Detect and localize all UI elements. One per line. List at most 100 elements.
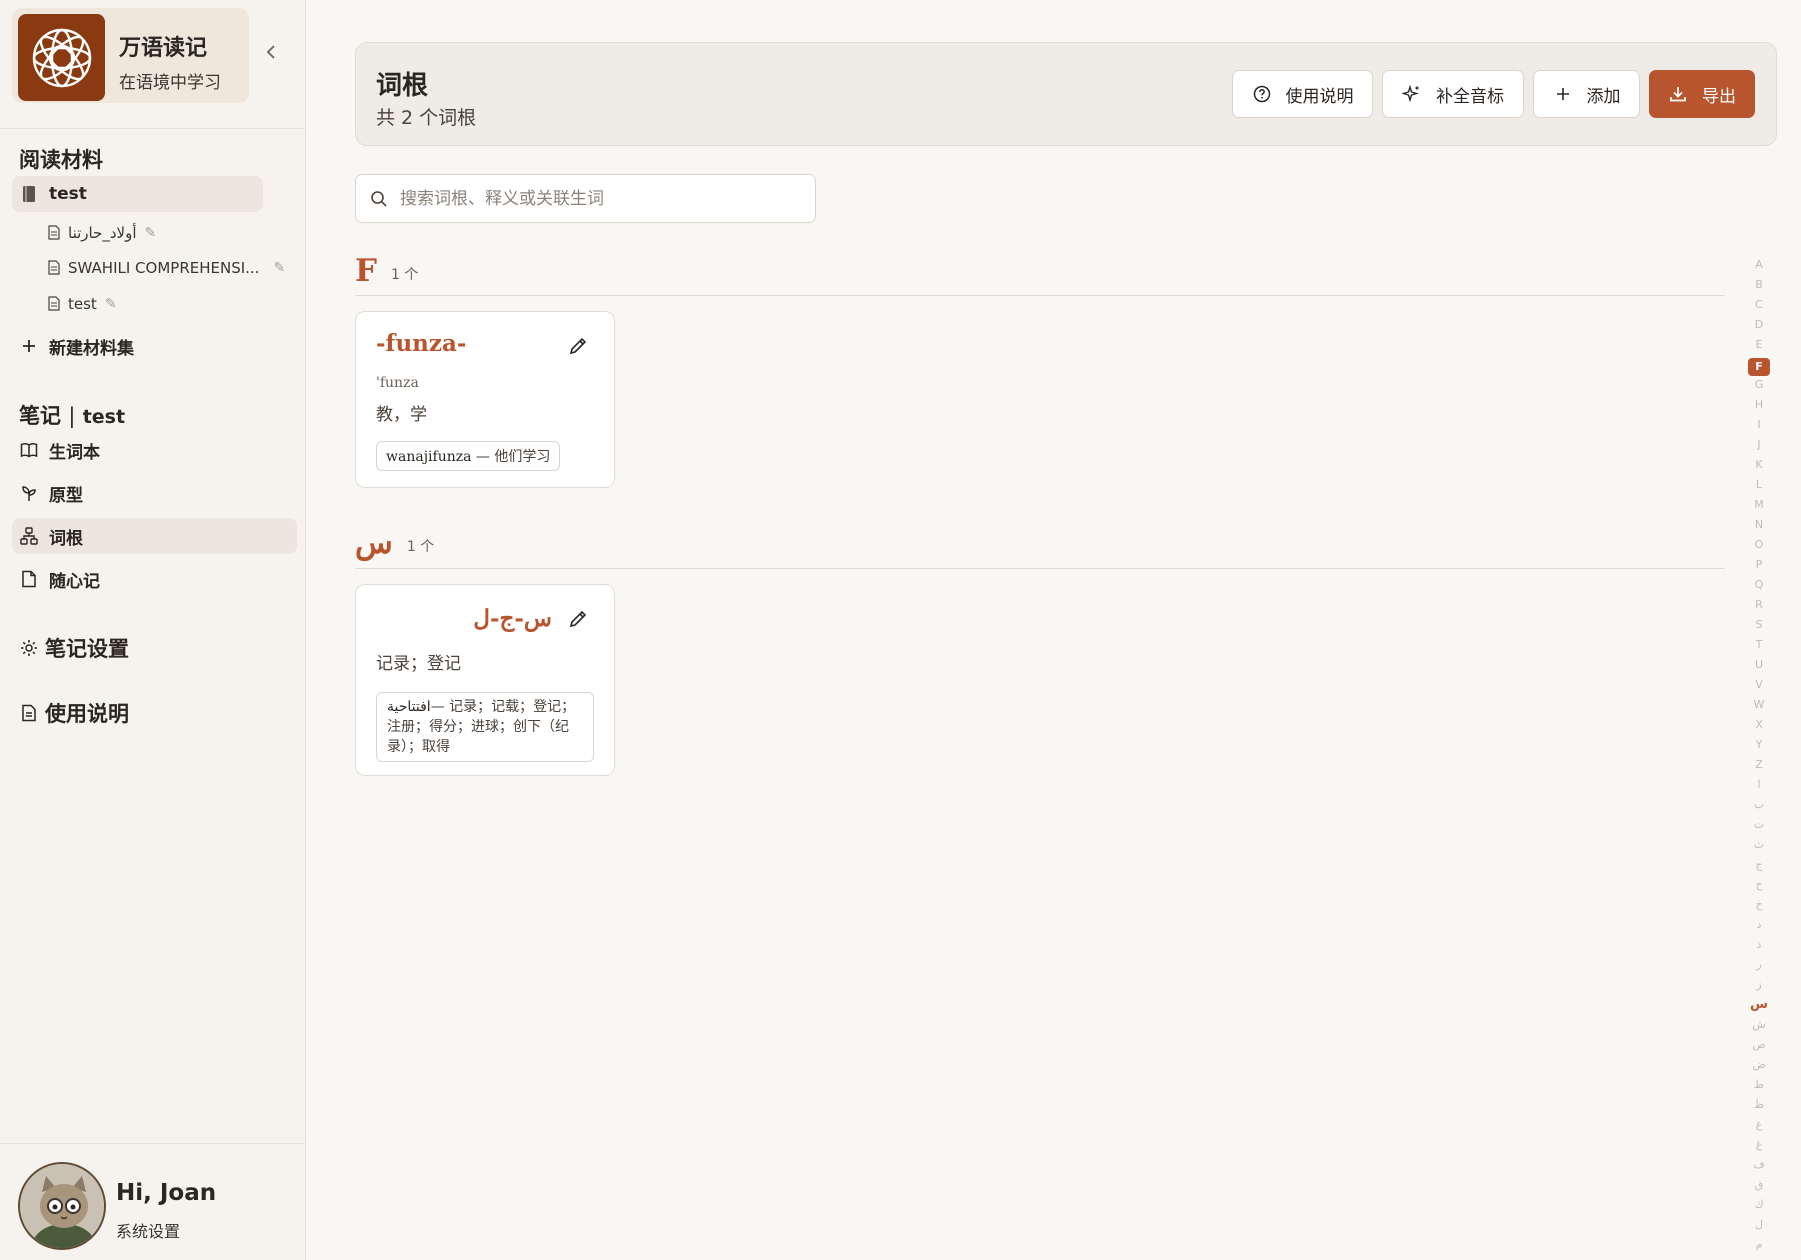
alphabet-letter[interactable]: ب xyxy=(1744,798,1774,812)
alphabet-letter[interactable]: ذ xyxy=(1744,938,1774,952)
brand-title: 万语读记 xyxy=(119,36,208,61)
group-header-seen: س 1 个 xyxy=(355,526,434,560)
sidebar-item-label: 词根 xyxy=(49,528,83,549)
alphabet-index: ABCDEFGHIJKLMNOPQRSTUVWXYZابتثجحخدذرزسشص… xyxy=(1744,258,1774,1260)
alphabet-letter[interactable]: S xyxy=(1744,618,1774,632)
root-card-funza[interactable]: -funza- 'funza 教，学 wanajifunza — 他们学习 xyxy=(355,311,615,488)
alphabet-letter[interactable]: ل xyxy=(1744,1218,1774,1232)
avatar[interactable] xyxy=(18,1162,106,1250)
alphabet-letter[interactable]: ق xyxy=(1744,1178,1774,1192)
alphabet-letter[interactable]: ج xyxy=(1744,858,1774,872)
plus-icon xyxy=(1553,84,1573,104)
material-item-3[interactable]: test ✎ xyxy=(48,291,117,317)
alphabet-letter[interactable]: I xyxy=(1744,418,1774,432)
alphabet-letter[interactable]: K xyxy=(1744,458,1774,472)
pencil-icon[interactable]: ✎ xyxy=(273,260,285,276)
pencil-icon[interactable]: ✎ xyxy=(145,225,157,241)
material-label: test xyxy=(68,295,97,313)
alphabet-letter[interactable]: F xyxy=(1748,358,1770,376)
pencil-icon[interactable]: ✎ xyxy=(105,296,117,312)
sidebar-item-vocabulary[interactable]: 生词本 xyxy=(12,432,297,468)
alphabet-letter[interactable]: V xyxy=(1744,678,1774,692)
file-icon xyxy=(48,225,62,241)
file-icon xyxy=(48,296,62,312)
help-button[interactable]: 使用说明 xyxy=(1232,70,1373,118)
alphabet-letter[interactable]: O xyxy=(1744,538,1774,552)
root-card-s-j-l[interactable]: س-ج-ل 记录；登记 افتتاحية— 记录；记载；登记；注册；得分；进球；… xyxy=(355,584,615,776)
alphabet-letter[interactable]: H xyxy=(1744,398,1774,412)
alphabet-letter[interactable]: ص xyxy=(1744,1038,1774,1052)
alphabet-letter[interactable]: Q xyxy=(1744,578,1774,592)
user-panel[interactable]: Hi, Joan 系统设置 xyxy=(0,1143,306,1260)
fill-ipa-button[interactable]: 补全音标 xyxy=(1382,70,1524,118)
collection-item-test[interactable]: test xyxy=(12,176,263,212)
alphabet-letter[interactable]: A xyxy=(1744,258,1774,272)
alphabet-letter[interactable]: C xyxy=(1744,298,1774,312)
help-link[interactable]: 使用说明 xyxy=(19,698,129,728)
alphabet-letter[interactable]: M xyxy=(1744,498,1774,512)
material-item-1[interactable]: أولاد_حارتنا ✎ xyxy=(48,220,156,246)
alphabet-letter[interactable]: W xyxy=(1744,698,1774,712)
search-input[interactable] xyxy=(400,185,800,213)
file-icon xyxy=(48,260,62,276)
add-root-button[interactable]: 添加 xyxy=(1533,70,1640,118)
material-item-2[interactable]: SWAHILI COMPREHENSI... ✎ xyxy=(48,255,285,281)
alphabet-letter[interactable]: X xyxy=(1744,718,1774,732)
help-button-label: 使用说明 xyxy=(1285,86,1354,107)
collapse-sidebar-button[interactable] xyxy=(262,44,280,66)
export-button[interactable]: 导出 xyxy=(1649,70,1755,118)
alphabet-letter[interactable]: س xyxy=(1744,998,1774,1012)
alphabet-letter[interactable]: N xyxy=(1744,518,1774,532)
alphabet-letter[interactable]: ف xyxy=(1744,1158,1774,1172)
alphabet-letter[interactable]: Z xyxy=(1744,758,1774,772)
alphabet-letter[interactable]: P xyxy=(1744,558,1774,572)
alphabet-letter[interactable]: غ xyxy=(1744,1138,1774,1152)
related-word-chip[interactable]: افتتاحية— 记录；记载；登记；注册；得分；进球；创下（纪录）；取得 xyxy=(376,692,594,762)
alphabet-letter[interactable]: خ xyxy=(1744,898,1774,912)
alphabet-letter[interactable]: L xyxy=(1744,478,1774,492)
alphabet-letter[interactable]: T xyxy=(1744,638,1774,652)
group-letter: F xyxy=(355,253,378,289)
root-meaning: 教，学 xyxy=(376,405,427,425)
alphabet-letter[interactable]: U xyxy=(1744,658,1774,672)
alphabet-letter[interactable]: ح xyxy=(1744,878,1774,892)
alphabet-letter[interactable]: ت xyxy=(1744,818,1774,832)
alphabet-letter[interactable]: B xyxy=(1744,278,1774,292)
related-word-chip[interactable]: wanajifunza — 他们学习 xyxy=(376,441,561,471)
pencil-icon[interactable] xyxy=(568,609,588,629)
pencil-icon[interactable] xyxy=(568,336,588,356)
notes-section-title: 笔记 | test xyxy=(19,404,126,428)
alphabet-letter[interactable]: E xyxy=(1744,338,1774,352)
alphabet-letter[interactable]: Y xyxy=(1744,738,1774,752)
page-header: 词根 共 2 个词根 使用说明 补全音标 添加 导出 xyxy=(355,42,1777,146)
alphabet-letter[interactable]: ع xyxy=(1744,1118,1774,1132)
sidebar-item-label: 原型 xyxy=(49,485,83,506)
alphabet-letter[interactable]: R xyxy=(1744,598,1774,612)
sidebar-item-label: 随心记 xyxy=(49,571,100,592)
root-meaning: 记录；登记 xyxy=(376,654,461,674)
alphabet-letter[interactable]: D xyxy=(1744,318,1774,332)
brand-card[interactable]: 万语读记 在语境中学习 xyxy=(12,8,249,103)
alphabet-letter[interactable]: ض xyxy=(1744,1058,1774,1072)
alphabet-letter[interactable]: ظ xyxy=(1744,1098,1774,1112)
sidebar-item-lemma[interactable]: 原型 xyxy=(12,475,297,511)
alphabet-letter[interactable]: م xyxy=(1744,1238,1774,1252)
alphabet-letter[interactable]: ر xyxy=(1744,958,1774,972)
sidebar-item-roots[interactable]: 词根 xyxy=(12,518,297,554)
alphabet-letter[interactable]: ز xyxy=(1744,978,1774,992)
alphabet-letter[interactable]: ك xyxy=(1744,1198,1774,1212)
alphabet-letter[interactable]: ث xyxy=(1744,838,1774,852)
system-settings-link[interactable]: 系统设置 xyxy=(116,1218,180,1242)
alphabet-letter[interactable]: ش xyxy=(1744,1018,1774,1032)
note-settings-link[interactable]: 笔记设置 xyxy=(19,633,129,663)
alphabet-letter[interactable]: د xyxy=(1744,918,1774,932)
sidebar-item-label: 生词本 xyxy=(49,442,100,463)
alphabet-letter[interactable]: J xyxy=(1744,438,1774,452)
sidebar-item-memo[interactable]: 随心记 xyxy=(12,561,297,597)
group-header-f: F 1 个 xyxy=(355,254,418,288)
alphabet-letter[interactable]: G xyxy=(1744,378,1774,392)
alphabet-letter[interactable]: ط xyxy=(1744,1078,1774,1092)
alphabet-letter[interactable]: ا xyxy=(1744,778,1774,792)
new-collection-button[interactable]: 新建材料集 xyxy=(12,328,134,364)
search-box[interactable] xyxy=(355,174,816,223)
